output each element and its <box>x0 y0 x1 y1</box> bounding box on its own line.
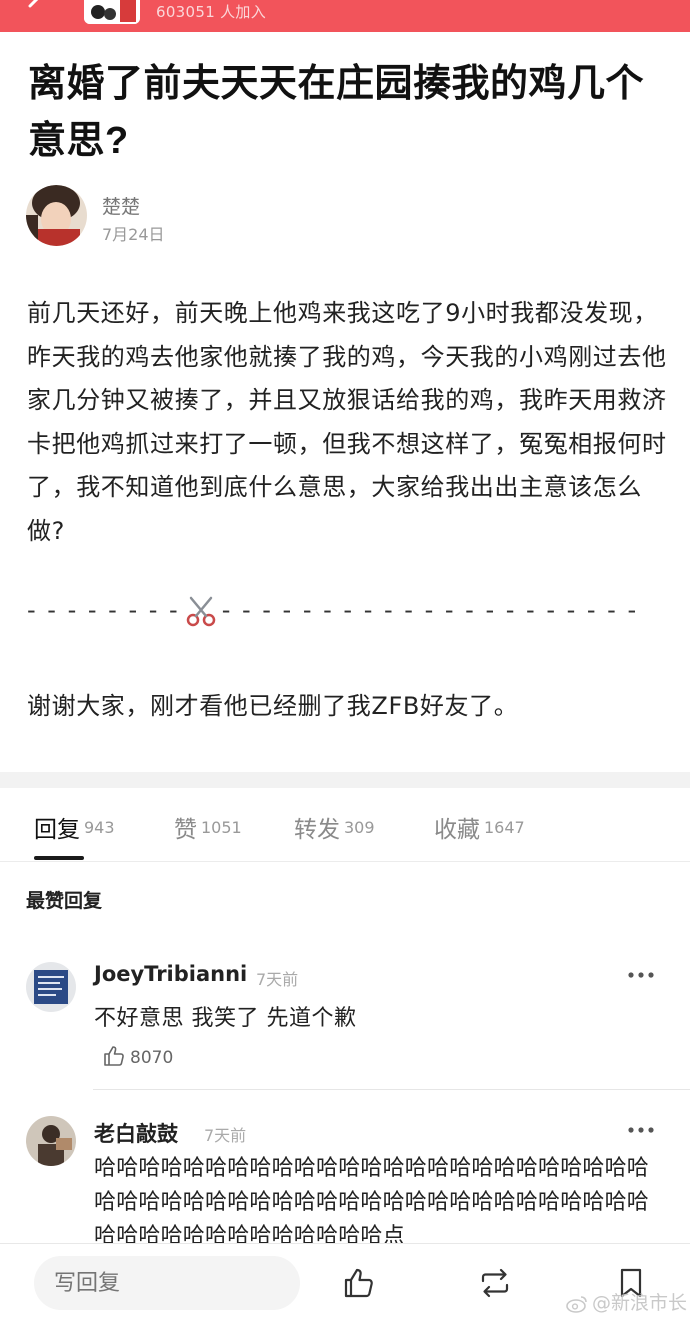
post-date: 7月24日 <box>102 225 165 244</box>
members-count: 603051 人加入 <box>156 3 267 21</box>
tab-label: 赞 <box>174 817 197 843</box>
comment-time: 7天前 <box>204 1126 247 1145</box>
tab-count: 309 <box>344 818 375 837</box>
tab-label: 收藏 <box>434 817 480 843</box>
scissors-icon <box>186 596 215 627</box>
comment-author[interactable]: 老白敲鼓 <box>94 1118 178 1148</box>
comment-avatar[interactable] <box>26 962 76 1012</box>
thumb-up-icon <box>104 1046 124 1066</box>
tab-count: 1647 <box>484 818 525 837</box>
cut-line-right: - - - - - - - - - - - - - - - - - - - - … <box>221 596 639 624</box>
section-title: 最赞回复 <box>26 890 103 912</box>
comment-separator <box>93 1089 690 1090</box>
tab-count: 943 <box>84 818 115 837</box>
group-header-bar: 603051 人加入 <box>0 0 690 32</box>
tab-favorites[interactable]: 收藏 1647 <box>434 810 525 844</box>
reply-input[interactable] <box>34 1256 300 1310</box>
post-body: 前几天还好，前天晚上他鸡来我这吃了9小时我都没发现，昨天我的鸡去他家他就揍了我的… <box>27 299 667 545</box>
active-tab-indicator <box>34 856 84 860</box>
tab-likes[interactable]: 赞 1051 <box>174 810 242 844</box>
author-avatar[interactable] <box>26 185 87 246</box>
comment-author[interactable]: JoeyTribianni <box>94 962 247 986</box>
comment-time: 7天前 <box>256 970 299 989</box>
tab-count: 1051 <box>201 818 242 837</box>
tab-label: 回复 <box>34 817 80 843</box>
weibo-logo-icon <box>566 1296 587 1313</box>
more-options-icon[interactable] <box>627 971 655 979</box>
comment-like-count: 8070 <box>130 1048 174 1068</box>
comment-like-button[interactable]: 8070 <box>102 1044 173 1068</box>
cut-line: - - - - - - - - - - - - - - - - - - - - … <box>27 594 636 634</box>
back-arrow-icon[interactable] <box>22 0 50 22</box>
watermark-text: @新浪市长 <box>592 1292 688 1314</box>
repost-icon[interactable] <box>478 1266 512 1300</box>
comment-text: 哈哈哈哈哈哈哈哈哈哈哈哈哈哈哈哈哈哈哈哈哈哈哈哈哈哈哈哈哈哈哈哈哈哈哈哈哈哈哈哈… <box>94 1156 650 1244</box>
comment-text: 不好意思 我笑了 先道个歉 <box>94 1006 357 1031</box>
tab-reposts[interactable]: 转发 309 <box>294 810 375 844</box>
author-name[interactable]: 楚楚 <box>102 192 140 219</box>
group-avatar[interactable] <box>84 0 140 24</box>
tabs-border <box>0 861 690 862</box>
like-icon[interactable] <box>342 1266 376 1300</box>
section-divider <box>0 772 690 788</box>
tab-label: 转发 <box>294 817 340 843</box>
watermark: @新浪市长 <box>566 1288 687 1315</box>
post-title: 离婚了前夫天天在庄园揍我的鸡几个意思? <box>28 63 645 162</box>
tab-replies[interactable]: 回复 943 <box>34 810 115 844</box>
more-options-icon[interactable] <box>627 1126 655 1134</box>
cut-line-left: - - - - - - - - <box>27 596 180 624</box>
post-update: 谢谢大家，刚才看他已经删了我ZFB好友了。 <box>27 692 519 720</box>
comment-avatar[interactable] <box>26 1116 76 1166</box>
